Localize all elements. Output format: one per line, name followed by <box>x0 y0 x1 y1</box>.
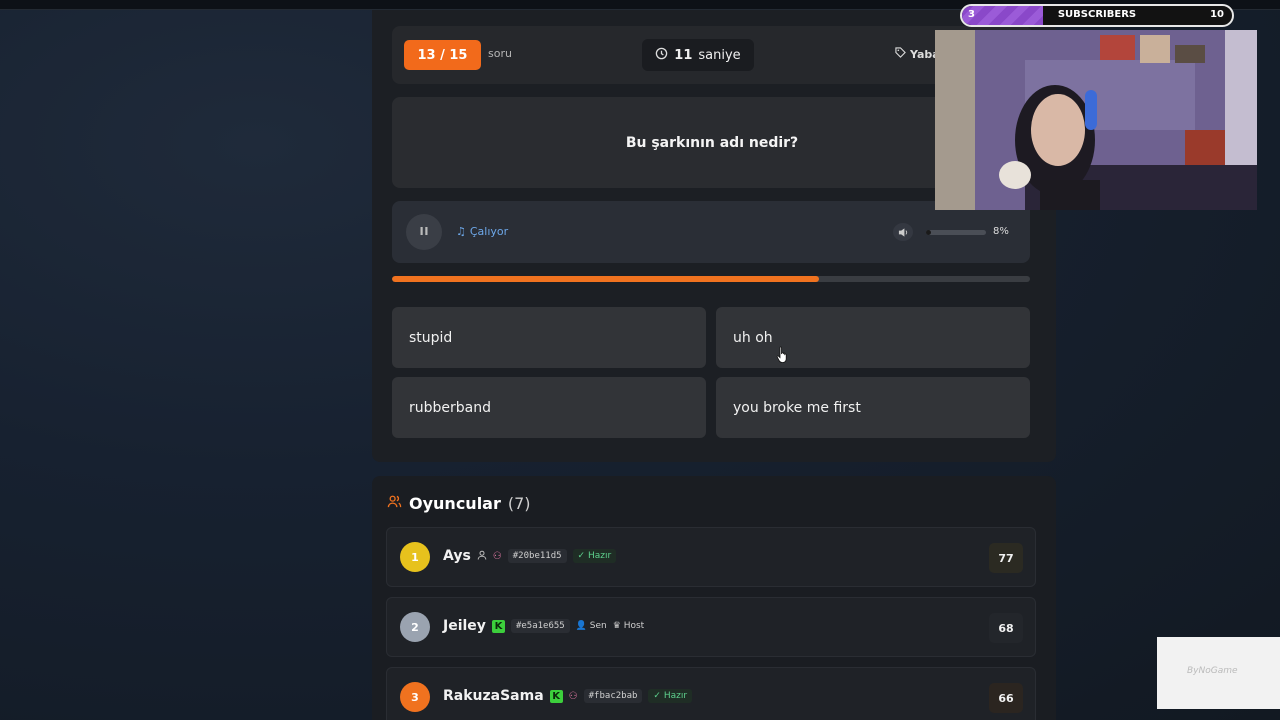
playing-label: Çalıyor <box>469 225 509 238</box>
kick-verified-icon: K <box>491 619 505 633</box>
player-id: #fbac2bab <box>583 689 643 703</box>
pause-icon <box>419 226 429 239</box>
player-score: 68 <box>989 613 1023 643</box>
webcam-scene <box>935 30 1257 210</box>
playing-status: ♫ Çalıyor <box>456 225 508 238</box>
status-label: Hazır <box>663 691 688 701</box>
volume-fill <box>926 230 931 235</box>
webcam-overlay <box>935 30 1257 210</box>
status-label: Hazır <box>587 551 612 561</box>
players-count: (7) <box>507 494 531 513</box>
player-name-group: Jeiley K #e5a1e655 👤 Sen ♛ Host <box>443 618 644 634</box>
player-name-group: Ays ⚇ #20be11d5 ✓ Hazır <box>443 548 617 564</box>
subscriber-goal-bar: 3 SUBSCRIBERS 10 <box>960 4 1234 27</box>
sub-goal: 10 <box>1210 9 1224 20</box>
status-badge: ✓ Hazır <box>572 549 617 563</box>
player-score: 66 <box>989 683 1023 713</box>
clock-icon <box>655 47 668 64</box>
status-badge: ✓ Hazır <box>648 689 693 703</box>
player-id: #20be11d5 <box>507 549 567 563</box>
question-unit-label: soru <box>488 47 512 60</box>
timer-unit: saniye <box>698 47 741 63</box>
answer-option-3[interactable]: rubberband <box>392 377 706 438</box>
add-friend-icon[interactable]: ⚇ <box>569 691 578 702</box>
kick-verified-icon: K <box>549 689 563 703</box>
volume-icon[interactable] <box>893 223 913 241</box>
add-friend-icon[interactable]: ⚇ <box>493 551 502 562</box>
players-title: Oyuncular <box>409 494 501 513</box>
user-icon <box>477 548 487 564</box>
answer-option-2[interactable]: uh oh <box>716 307 1030 368</box>
you-label: Sen <box>589 621 607 631</box>
player-row: 2 Jeiley K #e5a1e655 👤 Sen ♛ Host 68 <box>386 597 1036 657</box>
player-row: 3 RakuzaSama K ⚇ #fbac2bab ✓ Hazır 66 <box>386 667 1036 720</box>
player-name: RakuzaSama <box>443 688 544 704</box>
category-tag: Yaba <box>895 47 940 61</box>
player-name-group: RakuzaSama K ⚇ #fbac2bab ✓ Hazır <box>443 688 693 704</box>
host-label: Host <box>623 621 645 631</box>
tag-icon <box>895 47 906 61</box>
song-progress-bar <box>392 276 1030 282</box>
host-badge: ♛ Host <box>612 621 645 631</box>
player-name: Jeiley <box>443 618 486 634</box>
volume-slider[interactable] <box>926 230 986 235</box>
rank-badge: 1 <box>400 542 430 572</box>
music-note-icon: ♫ <box>456 225 466 238</box>
sponsor-logo-text: ByNoGame <box>1187 666 1238 676</box>
player-id: #e5a1e655 <box>510 619 570 633</box>
question-counter: 13 / 15 <box>404 40 481 70</box>
player-row: 1 Ays ⚇ #20be11d5 ✓ Hazır 77 <box>386 527 1036 587</box>
you-badge: 👤 Sen <box>575 621 607 631</box>
users-icon <box>387 494 402 513</box>
timer-value: 11 <box>674 47 693 63</box>
players-header: Oyuncular (7) <box>387 494 531 513</box>
sponsor-logo: ByNoGame <box>1157 637 1280 709</box>
rank-badge: 3 <box>400 682 430 712</box>
player-score: 77 <box>989 543 1023 573</box>
pause-button[interactable] <box>406 214 442 250</box>
answer-option-1[interactable]: stupid <box>392 307 706 368</box>
answer-option-4[interactable]: you broke me first <box>716 377 1030 438</box>
song-progress-fill <box>392 276 820 282</box>
rank-badge: 2 <box>400 612 430 642</box>
volume-percent: 8% <box>993 226 1009 237</box>
sub-label: SUBSCRIBERS <box>1057 9 1137 20</box>
player-name: Ays <box>443 548 471 564</box>
timer: 11 saniye <box>642 39 754 71</box>
hand-cursor-icon <box>776 346 787 363</box>
